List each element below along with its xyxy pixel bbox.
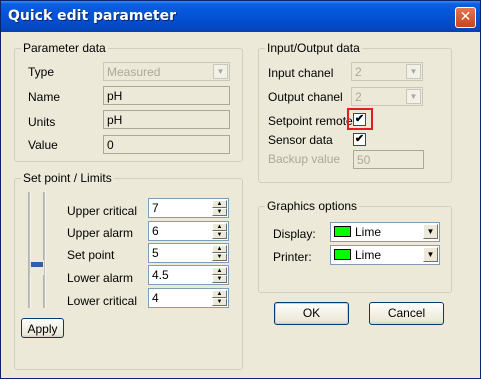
spin-down-icon[interactable]: ▼ (212, 253, 227, 261)
upper-critical-stepper[interactable]: 7 ▲ ▼ (148, 198, 229, 218)
upper-critical-value: 7 (152, 201, 159, 215)
spin-down-icon[interactable]: ▼ (212, 231, 227, 239)
ok-button[interactable]: OK (274, 302, 349, 325)
apply-button-label: Apply (27, 322, 58, 336)
spin-up-icon[interactable]: ▲ (212, 200, 227, 208)
dialog-body: Parameter data Type Measured ▼ Name pH U… (1, 32, 480, 378)
printer-label: Printer: (273, 250, 312, 264)
sensor-data-label: Sensor data (268, 133, 333, 147)
setpoint-remote-checkbox[interactable]: ✔ (353, 113, 366, 126)
backup-value-field: 50 (353, 150, 424, 169)
input-chanel-value: 2 (355, 65, 362, 79)
chevron-down-icon[interactable]: ▼ (423, 247, 438, 262)
cancel-button-label: Cancel (387, 306, 426, 320)
close-button[interactable]: ✕ (455, 7, 476, 28)
name-label: Name (28, 90, 61, 104)
units-label: Units (28, 115, 56, 129)
type-value: Measured (107, 65, 161, 79)
name-field[interactable]: pH (103, 86, 230, 105)
sensor-data-checkbox[interactable]: ✔ (353, 133, 366, 146)
upper-alarm-value: 6 (152, 224, 159, 238)
io-data-legend: Input/Output data (265, 41, 362, 55)
printer-color-select[interactable]: Lime ▼ (330, 245, 440, 265)
upper-critical-label: Upper critical (67, 204, 138, 218)
lower-critical-stepper[interactable]: 4 ▲ ▼ (148, 288, 229, 308)
input-chanel-label: Input chanel (268, 66, 334, 80)
lower-alarm-stepper[interactable]: 4.5 ▲ ▼ (148, 265, 229, 285)
value-label: Value (28, 138, 58, 152)
set-point-label: Set point (67, 248, 115, 262)
display-color-value: Lime (355, 225, 382, 239)
input-chanel-combo[interactable]: 2 ▼ (351, 62, 423, 81)
title-bar[interactable]: Quick edit parameter ✕ (1, 1, 480, 32)
printer-color-value: Lime (355, 248, 382, 262)
output-chanel-combo[interactable]: 2 ▼ (351, 87, 423, 106)
type-label: Type (28, 65, 55, 79)
spin-buttons: ▲ ▼ (212, 267, 227, 283)
lower-critical-value: 4 (152, 291, 159, 305)
display-color-select[interactable]: Lime ▼ (330, 222, 440, 242)
spin-up-icon[interactable]: ▲ (212, 245, 227, 253)
upper-alarm-stepper[interactable]: 6 ▲ ▼ (148, 221, 229, 241)
printer-color-swatch (334, 249, 351, 260)
output-chanel-label: Output chanel (268, 90, 343, 104)
spin-buttons: ▲ ▼ (212, 223, 227, 239)
setpoint-slider[interactable] (28, 191, 46, 309)
spin-down-icon[interactable]: ▼ (212, 298, 227, 306)
chevron-down-icon[interactable]: ▼ (423, 224, 438, 239)
chevron-down-icon[interactable]: ▼ (213, 64, 228, 79)
spin-up-icon[interactable]: ▲ (212, 290, 227, 298)
set-point-value: 5 (152, 246, 159, 260)
window-title: Quick edit parameter (8, 8, 177, 24)
lower-critical-label: Lower critical (67, 294, 138, 308)
lower-alarm-value: 4.5 (152, 268, 169, 282)
backup-value-label: Backup value (268, 152, 341, 166)
chevron-down-icon[interactable]: ▼ (406, 89, 421, 104)
upper-alarm-label: Upper alarm (67, 226, 134, 240)
value-field: 0 (103, 135, 230, 154)
set-point-stepper[interactable]: 5 ▲ ▼ (148, 243, 229, 263)
spin-up-icon[interactable]: ▲ (212, 223, 227, 231)
output-chanel-value: 2 (355, 90, 362, 104)
display-label: Display: (273, 227, 316, 241)
graphics-options-legend: Graphics options (265, 199, 360, 213)
spin-buttons: ▲ ▼ (212, 290, 227, 306)
spin-buttons: ▲ ▼ (212, 245, 227, 261)
cancel-button[interactable]: Cancel (369, 302, 444, 325)
spin-up-icon[interactable]: ▲ (212, 267, 227, 275)
setpoint-limits-legend: Set point / Limits (21, 171, 114, 185)
checkmark-icon: ✔ (354, 133, 365, 145)
spin-down-icon[interactable]: ▼ (212, 275, 227, 283)
units-field[interactable]: pH (103, 110, 230, 129)
quick-edit-dialog: Quick edit parameter ✕ Parameter data Ty… (0, 0, 481, 379)
checkmark-icon: ✔ (354, 113, 365, 125)
lower-alarm-label: Lower alarm (67, 271, 134, 285)
parameter-data-legend: Parameter data (21, 41, 108, 55)
slider-graphic (28, 192, 46, 308)
setpoint-remote-label: Setpoint remote (268, 114, 353, 128)
spin-buttons: ▲ ▼ (212, 200, 227, 216)
spin-down-icon[interactable]: ▼ (212, 208, 227, 216)
type-combo[interactable]: Measured ▼ (103, 62, 230, 81)
display-color-swatch (334, 226, 351, 237)
chevron-down-icon[interactable]: ▼ (406, 64, 421, 79)
ok-button-label: OK (302, 306, 321, 320)
apply-button[interactable]: Apply (21, 318, 64, 338)
